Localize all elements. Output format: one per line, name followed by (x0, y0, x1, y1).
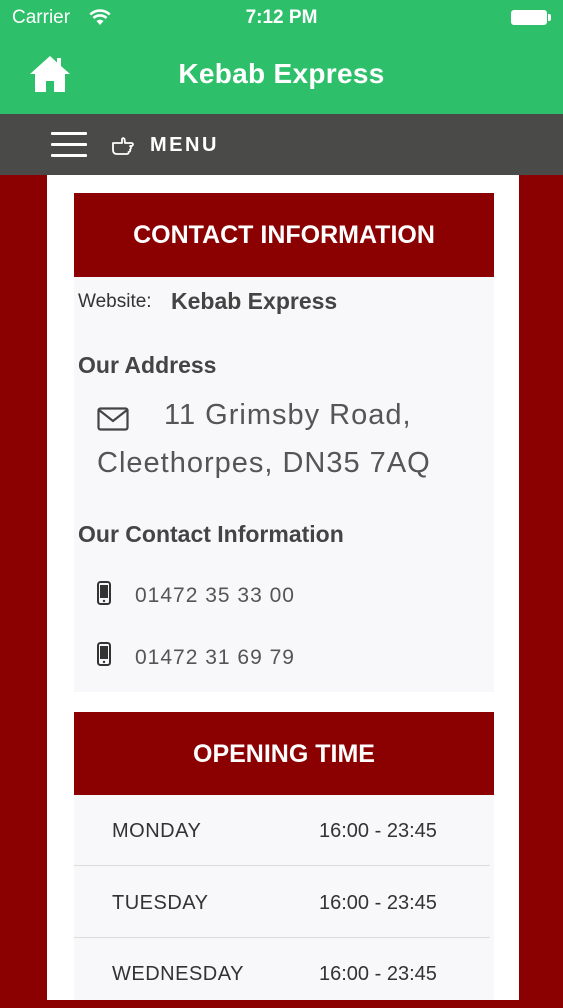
address-line-1: 11 Grimsby Road, (164, 399, 412, 431)
contact-info-box: Website: Kebab Express Our Address 11 Gr… (74, 277, 494, 692)
mail-icon (97, 407, 129, 431)
opening-time-header: OPENING TIME (74, 712, 494, 796)
website-label: Website: (78, 291, 152, 312)
day-label: TUESDAY (112, 892, 209, 914)
website-value[interactable]: Kebab Express (171, 288, 337, 315)
address-title: Our Address (78, 352, 217, 378)
phone-number-1[interactable]: 01472 35 33 00 (135, 584, 295, 608)
contact-info-header: CONTACT INFORMATION (74, 193, 494, 277)
app-header: Kebab Express (0, 36, 563, 114)
phone-icon (97, 642, 111, 666)
table-row: TUESDAY 16:00 - 23:45 (74, 867, 490, 938)
address-line-2: Cleethorpes, DN35 7AQ (97, 447, 431, 479)
contact-title: Our Contact Information (78, 521, 344, 547)
phone-icon (97, 581, 111, 605)
time-value: 16:00 - 23:45 (319, 963, 437, 985)
pointing-hand-icon (112, 137, 134, 155)
clock-time: 7:12 PM (245, 7, 318, 28)
table-row: WEDNESDAY 16:00 - 23:45 (74, 938, 490, 1008)
day-label: MONDAY (112, 820, 202, 842)
app-title: Kebab Express (178, 58, 385, 89)
phone-number-2[interactable]: 01472 31 69 79 (135, 646, 295, 670)
opening-hours-table: MONDAY 16:00 - 23:45 TUESDAY 16:00 - 23:… (74, 795, 494, 1000)
day-label: WEDNESDAY (112, 963, 244, 985)
menu-bar[interactable]: MENU (0, 114, 563, 175)
battery-icon (511, 10, 551, 25)
table-row: MONDAY 16:00 - 23:45 (74, 795, 490, 866)
time-value: 16:00 - 23:45 (319, 820, 437, 842)
content-panel: CONTACT INFORMATION Website: Kebab Expre… (47, 175, 519, 1000)
hamburger-icon[interactable] (51, 132, 87, 158)
status-bar: Carrier 7:12 PM (0, 0, 563, 36)
time-value: 16:00 - 23:45 (319, 892, 437, 914)
menu-label[interactable]: MENU (150, 134, 219, 157)
